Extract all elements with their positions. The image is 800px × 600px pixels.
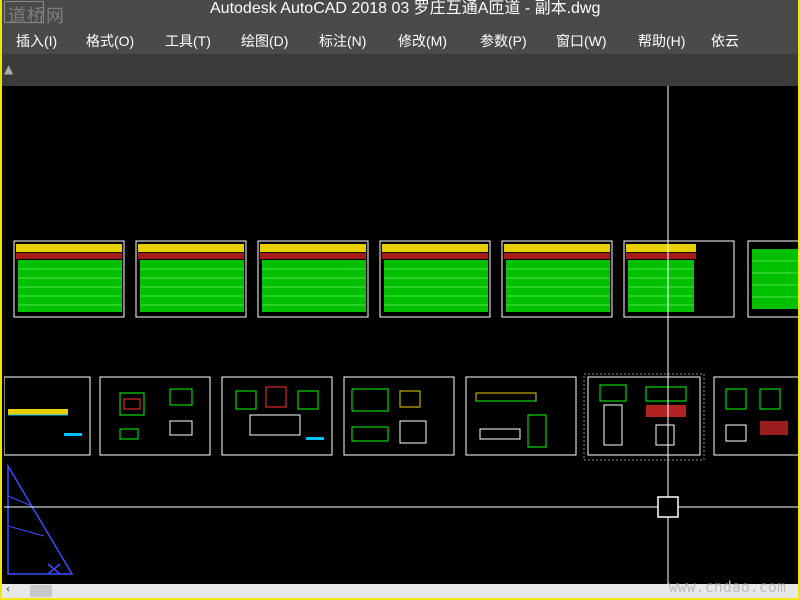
menu-tools[interactable]: 工具(T) — [165, 31, 211, 51]
scroll-thumb[interactable] — [30, 585, 52, 597]
title-bar: 道桥网 Autodesk AutoCAD 2018 03 罗庄互通A匝道 - 副… — [2, 0, 798, 24]
detail-sheet-5 — [465, 376, 577, 456]
detail-sheet-6 — [583, 373, 705, 461]
plan-sheet-1 — [13, 240, 125, 318]
detail-sheet-2 — [99, 376, 211, 456]
plan-sheet-4 — [379, 240, 491, 318]
plan-sheet-6 — [623, 240, 735, 318]
crosshair-cursor — [4, 86, 798, 586]
menu-yiyun[interactable]: 依云 — [711, 31, 739, 51]
detail-sheet-7 — [713, 376, 798, 456]
menu-dimension[interactable]: 标注(N) — [319, 31, 366, 51]
plan-sheet-3 — [257, 240, 369, 318]
plan-sheet-5 — [501, 240, 613, 318]
menu-bar: 插入(I) 格式(O) 工具(T) 绘图(D) 标注(N) 修改(M) 参数(P… — [2, 24, 798, 54]
menu-window[interactable]: 窗口(W) — [556, 31, 607, 51]
scroll-left-icon[interactable]: ‹ — [6, 584, 10, 595]
model-space[interactable] — [4, 86, 798, 586]
ribbon-expand-icon[interactable]: ▲ — [4, 62, 13, 76]
ucs-icon — [7, 463, 74, 575]
plan-sheet-7 — [747, 240, 798, 318]
menu-draw[interactable]: 绘图(D) — [241, 31, 288, 51]
menu-modify[interactable]: 修改(M) — [398, 31, 447, 51]
menu-help[interactable]: 帮助(H) — [638, 31, 685, 51]
detail-sheet-1 — [4, 376, 91, 456]
menu-insert[interactable]: 插入(I) — [16, 31, 57, 51]
menu-format[interactable]: 格式(O) — [86, 31, 134, 51]
ribbon-toolbar: ▲ — [2, 54, 798, 86]
detail-sheet-3 — [221, 376, 333, 456]
detail-sheet-4 — [343, 376, 455, 456]
plan-sheet-2 — [135, 240, 247, 318]
site-watermark: www.cndao.com — [668, 578, 786, 596]
logo-watermark: 道桥网 — [8, 6, 65, 24]
drawing-canvas[interactable] — [4, 86, 798, 586]
menu-parametric[interactable]: 参数(P) — [480, 31, 527, 51]
window-title: Autodesk AutoCAD 2018 03 罗庄互通A匝道 - 副本.dw… — [210, 0, 601, 17]
